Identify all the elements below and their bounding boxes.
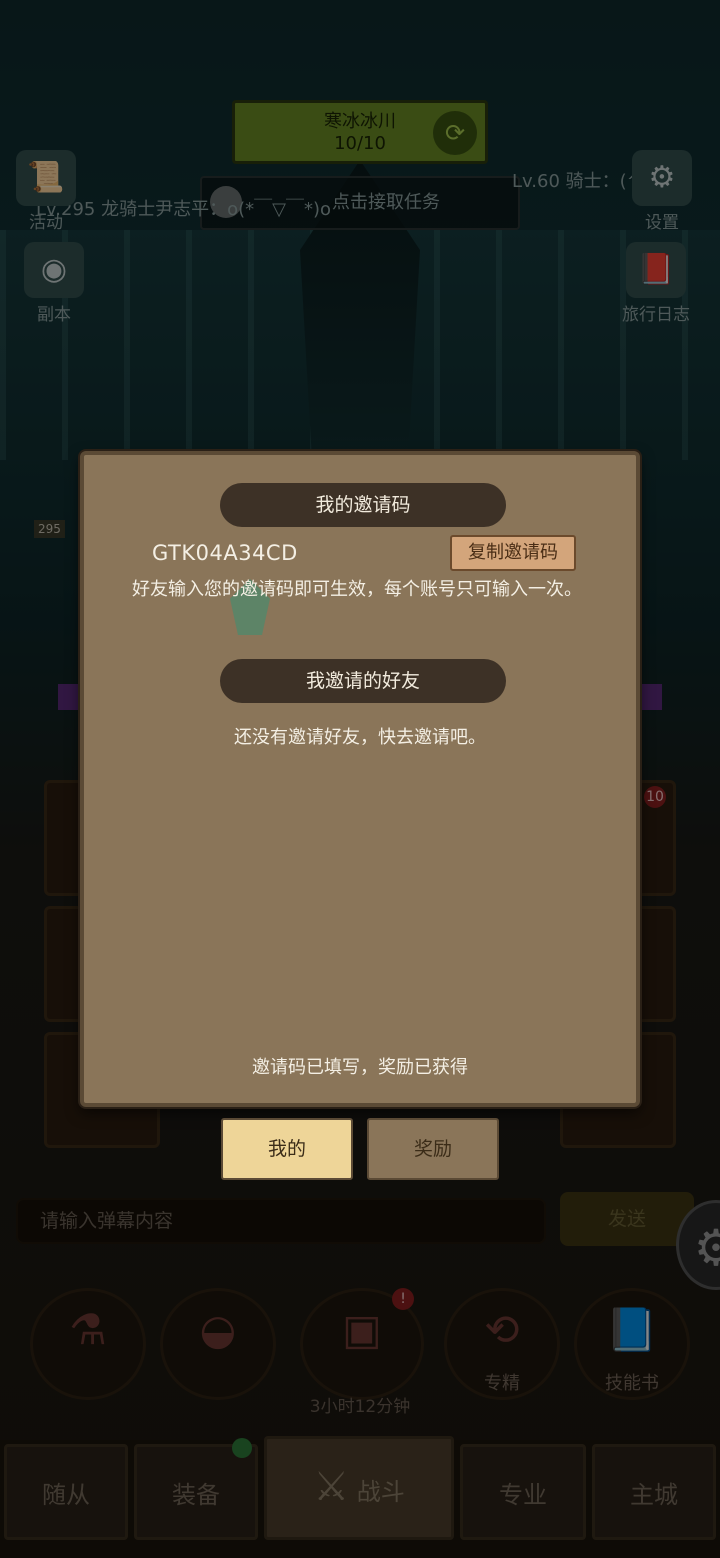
empty-friends-message: 还没有邀请好友，快去邀请吧。: [234, 727, 486, 748]
tab-mine[interactable]: 我的: [221, 1118, 353, 1180]
invite-code: GTK04A34CD: [152, 541, 298, 565]
copy-invite-code-button[interactable]: 复制邀请码: [450, 535, 576, 571]
invited-friends-title: 我邀请的好友: [220, 659, 506, 703]
invite-status-message: 邀请码已填写，奖励已获得: [252, 1057, 468, 1078]
tab-rewards[interactable]: 奖励: [367, 1118, 499, 1180]
my-invite-code-title: 我的邀请码: [220, 483, 506, 527]
invite-panel: 我的邀请码 GTK04A34CD 复制邀请码 好友输入您的邀请码即可生效，每个账…: [80, 451, 640, 1107]
invite-description: 好友输入您的邀请码即可生效，每个账号只可输入一次。: [132, 579, 582, 600]
